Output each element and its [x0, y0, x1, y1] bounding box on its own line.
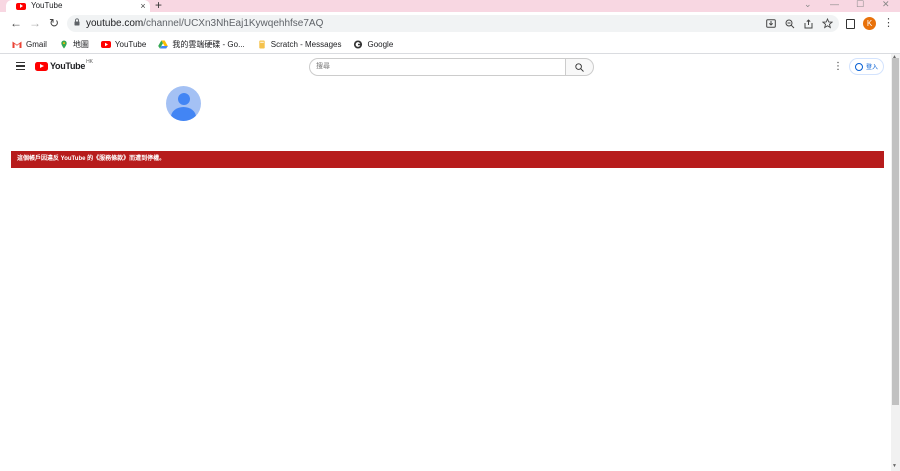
gmail-icon — [12, 41, 22, 48]
zoom-icon[interactable] — [785, 19, 795, 29]
share-icon[interactable] — [804, 19, 814, 29]
youtube-logo[interactable]: YouTube HK — [35, 59, 94, 71]
bookmark-label: YouTube — [114, 39, 147, 49]
new-tab-button[interactable]: + — [155, 0, 162, 11]
sign-in-label: 登入 — [865, 65, 878, 71]
search-icon — [575, 63, 584, 72]
url-text[interactable]: youtube.com/channel/UCXn3NhEaj1Kywqehhfs… — [86, 15, 323, 32]
back-button[interactable]: ← — [7, 12, 25, 35]
browser-divider — [0, 53, 900, 54]
bookmarks-bar: Gmail 地圖 YouTube 我的雲端硬碟 - Go... Scratch … — [0, 35, 900, 53]
scrollbar-thumb[interactable] — [892, 58, 899, 405]
bookmark-scratch[interactable]: Scratch - Messages — [257, 39, 342, 49]
google-icon — [354, 39, 363, 49]
drive-icon — [158, 40, 169, 48]
minimize-button[interactable]: — — [830, 0, 839, 10]
bookmark-label: Scratch - Messages — [270, 39, 342, 49]
side-panel-icon[interactable] — [846, 19, 855, 29]
settings-more-button[interactable]: ⋮ — [833, 59, 843, 75]
youtube-favicon-icon — [16, 2, 26, 10]
bookmark-label: 我的雲端硬碟 - Go... — [172, 39, 245, 49]
install-icon[interactable] — [766, 19, 776, 28]
profile-avatar[interactable]: K — [863, 17, 876, 30]
scroll-up-arrow-icon[interactable]: ▲ — [892, 54, 897, 60]
guide-menu-icon[interactable] — [16, 62, 25, 72]
avatar-body — [171, 107, 196, 121]
tab-search-dropdown-icon[interactable]: ⌄ — [804, 0, 812, 10]
bookmark-label: Google — [367, 39, 394, 49]
youtube-icon — [100, 40, 111, 48]
maximize-button[interactable]: ☐ — [856, 0, 864, 10]
forward-button[interactable]: → — [26, 12, 44, 35]
tab-youtube[interactable]: YouTube × — [6, 0, 150, 12]
bookmark-drive[interactable]: 我的雲端硬碟 - Go... — [158, 39, 245, 50]
scroll-down-arrow-icon[interactable]: ▼ — [892, 463, 897, 469]
scratch-icon — [259, 39, 265, 49]
avatar-head — [177, 93, 190, 105]
bookmark-gmail[interactable]: Gmail — [12, 40, 47, 49]
sign-in-button[interactable]: 登入 — [849, 58, 884, 75]
search-input[interactable] — [316, 58, 556, 75]
bookmark-youtube[interactable]: YouTube — [100, 39, 147, 49]
tab-close-button[interactable]: × — [136, 0, 150, 12]
maps-icon — [61, 39, 67, 49]
search-button[interactable] — [565, 58, 594, 76]
bookmark-label: 地圖 — [72, 39, 89, 49]
account-icon — [854, 62, 863, 71]
termination-alert: 這個帳戶因違反 YouTube 的《服務條款》而遭到停權。 — [11, 151, 884, 168]
bookmark-label: Gmail — [26, 39, 47, 49]
reload-button[interactable]: ↻ — [45, 12, 63, 35]
channel-avatar — [166, 86, 201, 121]
window-close-button[interactable]: ✕ — [882, 0, 890, 10]
browser-menu-button[interactable]: ⋮ — [883, 12, 894, 35]
region-code: HK — [86, 59, 94, 65]
bookmark-maps[interactable]: 地圖 — [59, 39, 89, 50]
logo-text: YouTube — [50, 61, 86, 71]
youtube-play-icon — [35, 61, 48, 71]
bookmark-google[interactable]: Google — [353, 40, 393, 49]
bookmark-star-icon[interactable] — [822, 18, 833, 29]
tab-title: YouTube — [31, 1, 63, 10]
lock-icon[interactable] — [74, 18, 80, 26]
